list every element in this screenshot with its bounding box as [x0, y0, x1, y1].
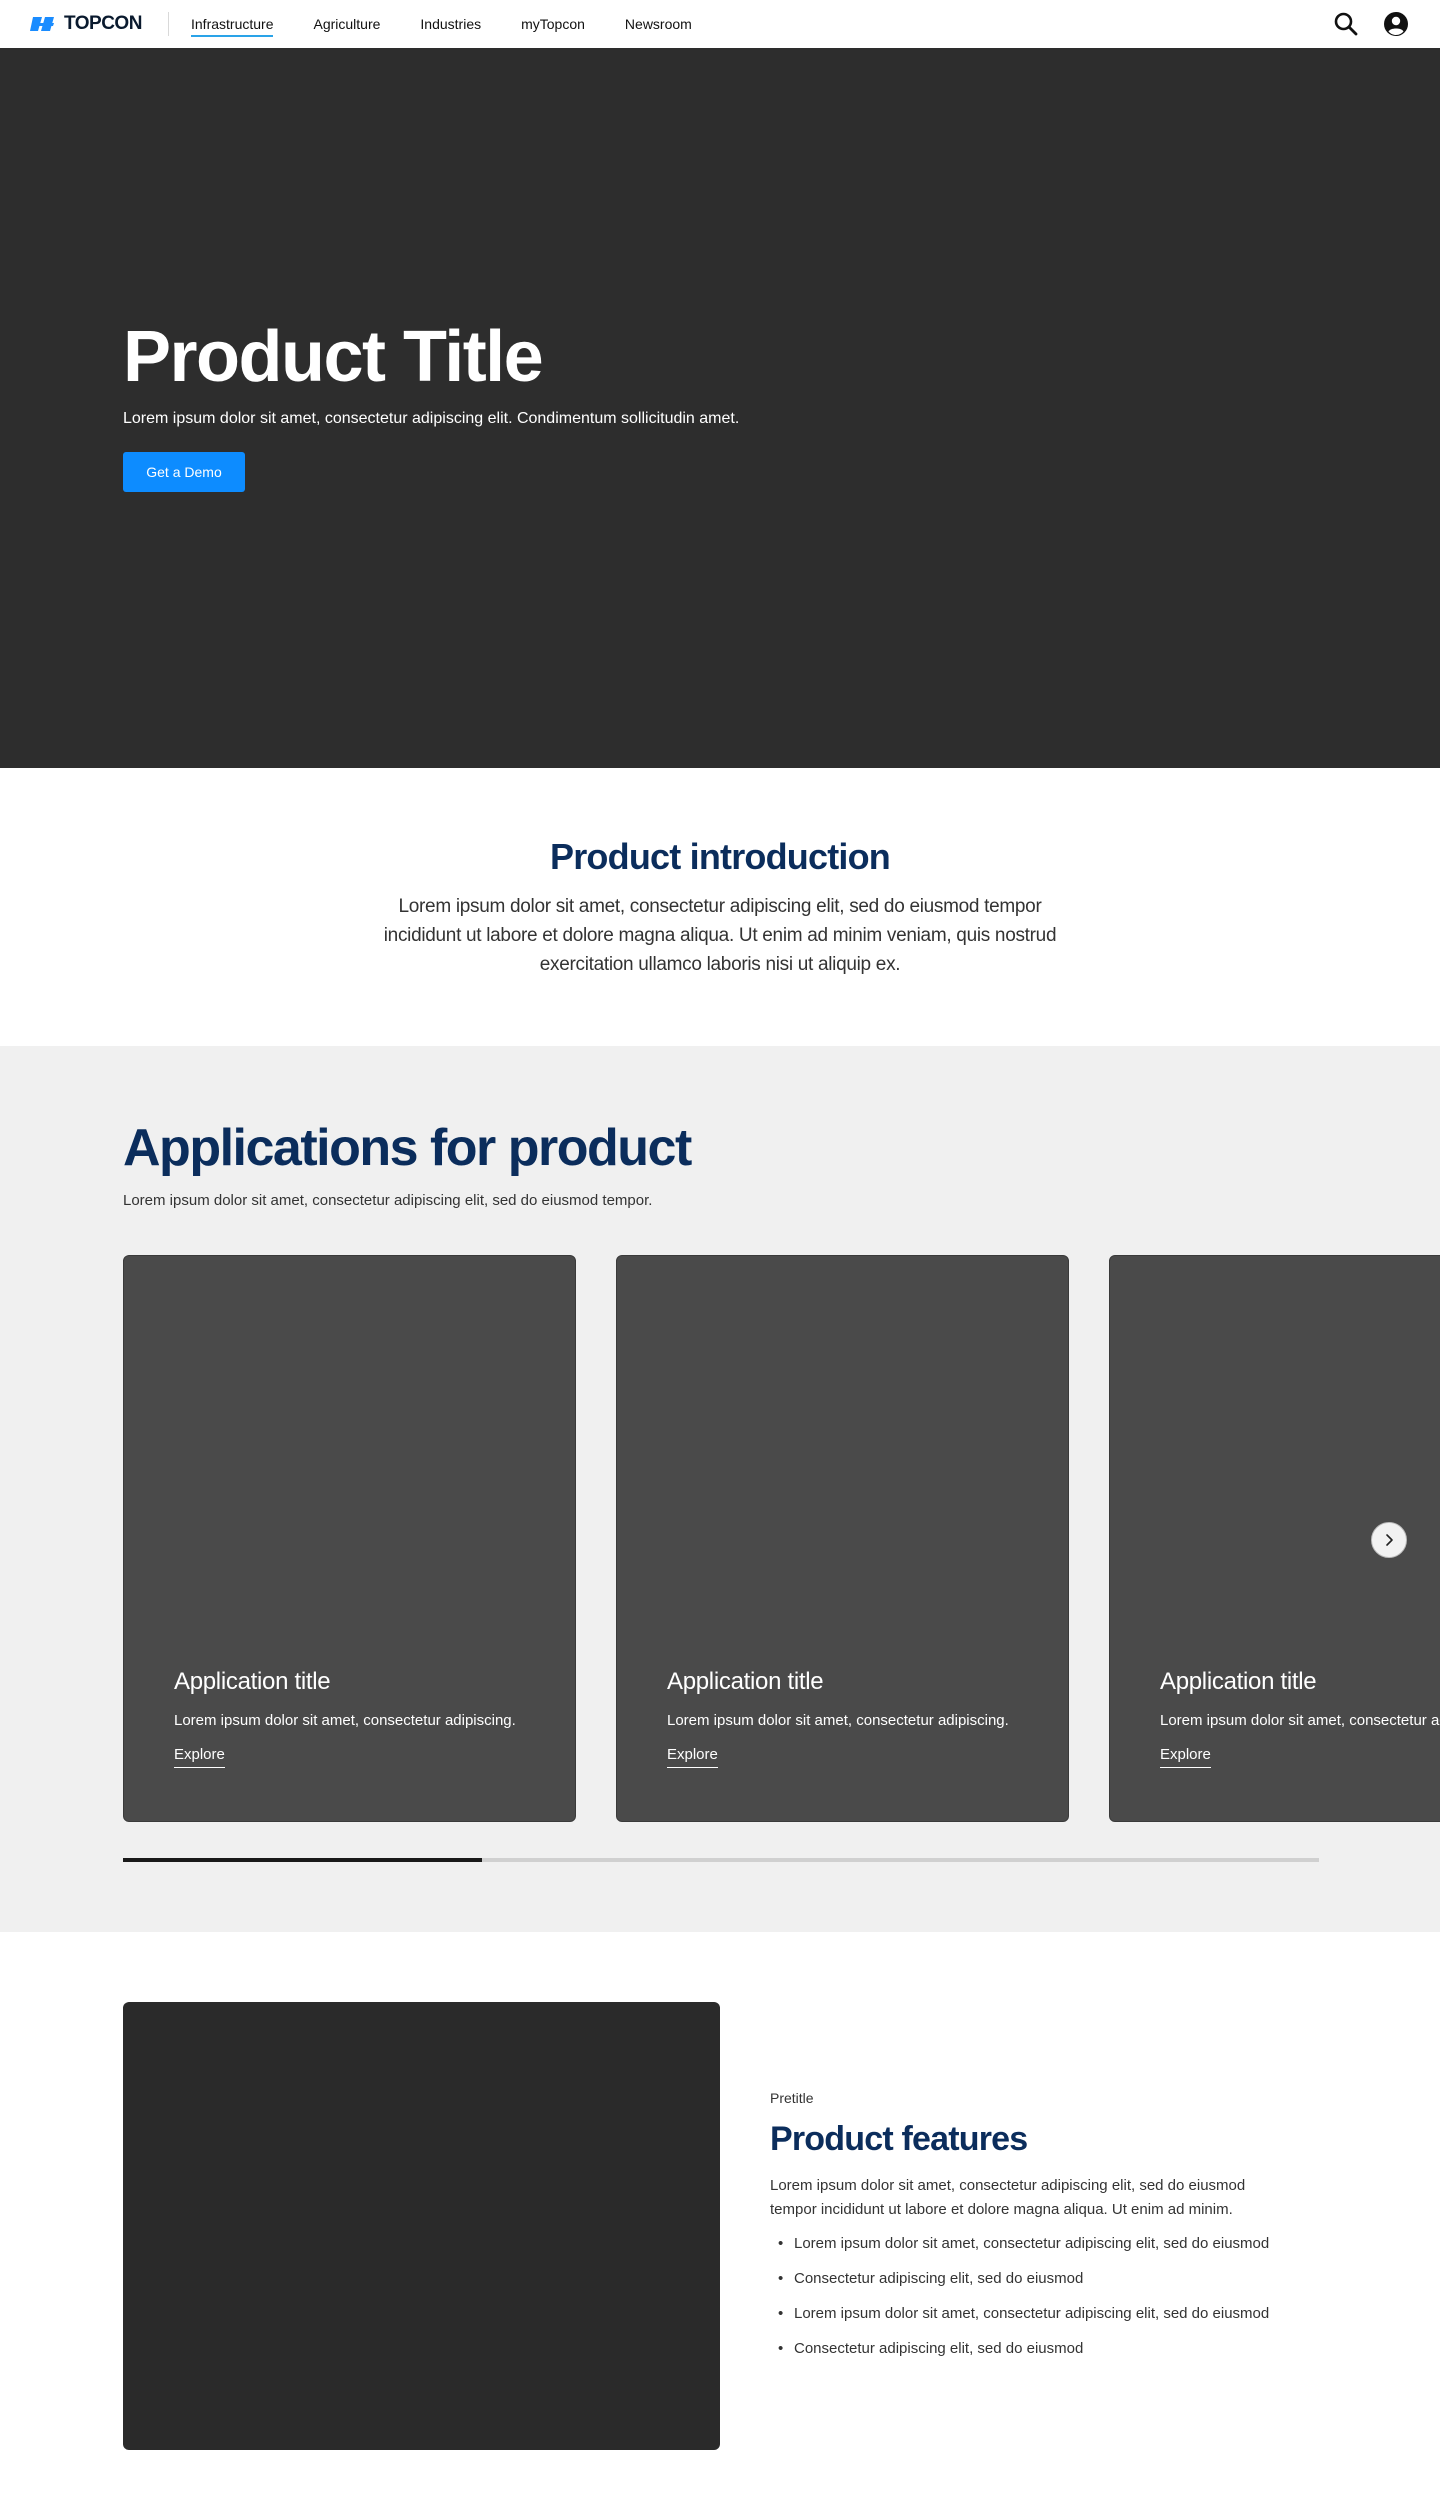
features-media-placeholder: [123, 2002, 720, 2450]
search-icon[interactable]: [1332, 10, 1360, 38]
carousel-next-button[interactable]: [1371, 1522, 1407, 1558]
explore-link[interactable]: Explore: [667, 1746, 718, 1768]
applications-subtitle: Lorem ipsum dolor sit amet, consectetur …: [123, 1192, 653, 1209]
top-navigation: TOPCON Infrastructure Agriculture Indust…: [0, 0, 1440, 48]
features-bullet: Lorem ipsum dolor sit amet, consectetur …: [770, 2302, 1269, 2337]
intro-title: Product introduction: [550, 836, 891, 877]
carousel-progress-fill: [123, 1858, 482, 1862]
applications-section: Applications for product Lorem ipsum dol…: [0, 1046, 1440, 1932]
explore-link[interactable]: Explore: [1160, 1746, 1211, 1768]
application-card-text: Lorem ipsum dolor sit amet, consectetur …: [174, 1712, 516, 1729]
nav-link-agriculture[interactable]: Agriculture: [313, 0, 380, 48]
features-bullet: Lorem ipsum dolor sit amet, consectetur …: [770, 2232, 1269, 2267]
features-bullet: Consectetur adipiscing elit, sed do eius…: [770, 2337, 1269, 2372]
application-card[interactable]: Application title Lorem ipsum dolor sit …: [123, 1255, 576, 1822]
nav-link-industries[interactable]: Industries: [420, 0, 481, 48]
carousel-progress-track[interactable]: [123, 1858, 1319, 1862]
application-card-text: Lorem ipsum dolor sit amet, consectetur …: [1160, 1712, 1440, 1729]
nav-link-mytopcon[interactable]: myTopcon: [521, 0, 585, 48]
product-features-section: Pretitle Product features Lorem ipsum do…: [0, 1932, 1440, 2520]
intro-body: Lorem ipsum dolor sit amet, consectetur …: [383, 896, 1057, 975]
explore-link[interactable]: Explore: [174, 1746, 225, 1768]
product-introduction-section: Product introduction Lorem ipsum dolor s…: [0, 768, 1440, 1046]
application-card-text: Lorem ipsum dolor sit amet, consectetur …: [667, 1712, 1009, 1729]
nav-actions: [1332, 10, 1410, 38]
nav-link-newsroom[interactable]: Newsroom: [625, 0, 692, 48]
application-card-title: Application title: [667, 1668, 824, 1695]
topcon-logo[interactable]: TOPCON: [30, 13, 142, 34]
topcon-logo-mark-icon: [30, 17, 54, 31]
logo-wordmark: TOPCON: [64, 13, 142, 34]
features-body: Lorem ipsum dolor sit amet, consectetur …: [770, 2177, 1246, 2218]
hero-title: Product Title: [123, 317, 544, 397]
features-bullet-list: Lorem ipsum dolor sit amet, consectetur …: [770, 2232, 1269, 2372]
features-bullet: Consectetur adipiscing elit, sed do eius…: [770, 2267, 1269, 2302]
chevron-right-icon: [1386, 1534, 1393, 1546]
get-a-demo-button[interactable]: Get a Demo: [123, 452, 245, 492]
application-card-title: Application title: [174, 1668, 331, 1695]
application-card-title: Application title: [1160, 1668, 1317, 1695]
application-card[interactable]: Application title Lorem ipsum dolor sit …: [616, 1255, 1069, 1822]
hero-subtitle: Lorem ipsum dolor sit amet, consectetur …: [123, 410, 740, 427]
features-pretitle: Pretitle: [770, 2090, 814, 2106]
nav-link-infrastructure[interactable]: Infrastructure: [191, 0, 274, 48]
features-title: Product features: [770, 2120, 1028, 2158]
applications-title: Applications for product: [123, 1119, 692, 1177]
hero-section: Product Title Lorem ipsum dolor sit amet…: [0, 48, 1440, 768]
nav-divider: [168, 12, 169, 36]
main-menu: Infrastructure Agriculture Industries my…: [191, 0, 732, 48]
user-account-icon[interactable]: [1382, 10, 1410, 38]
